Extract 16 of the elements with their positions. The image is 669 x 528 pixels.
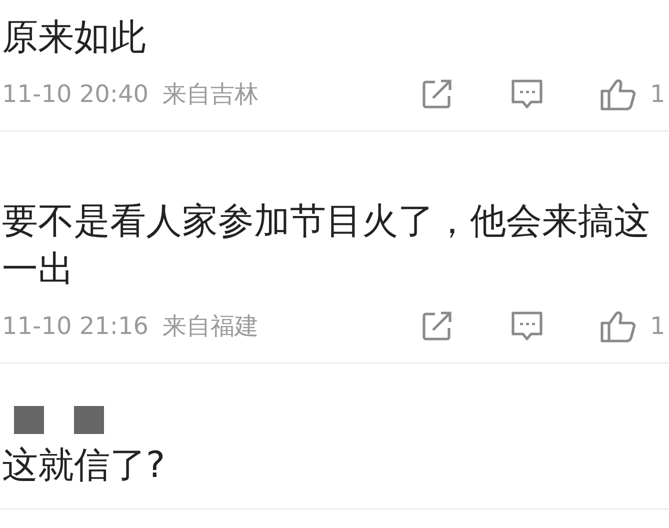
thumbs-up-icon[interactable]: [600, 77, 636, 111]
like-count: 1: [650, 80, 666, 108]
share-icon[interactable]: [420, 78, 454, 110]
redaction-block: [74, 406, 104, 434]
comment-text: 这就信了?: [2, 444, 166, 488]
thumbs-up-icon[interactable]: [600, 309, 636, 343]
comment-location: 来自吉林: [162, 79, 259, 110]
comment-icon[interactable]: [510, 78, 544, 110]
share-icon[interactable]: [420, 310, 454, 342]
comment-text: 原来如此: [2, 16, 147, 60]
like-count: 1: [650, 312, 666, 340]
comment-text: 要不是看人家参加节目火了，他会来搞这一出: [2, 200, 651, 292]
comment-icon[interactable]: [510, 310, 544, 342]
comment-time: 11-10 21:16: [2, 312, 149, 340]
comment-location: 来自福建: [162, 311, 259, 342]
comment-time: 11-10 20:40: [2, 80, 149, 108]
